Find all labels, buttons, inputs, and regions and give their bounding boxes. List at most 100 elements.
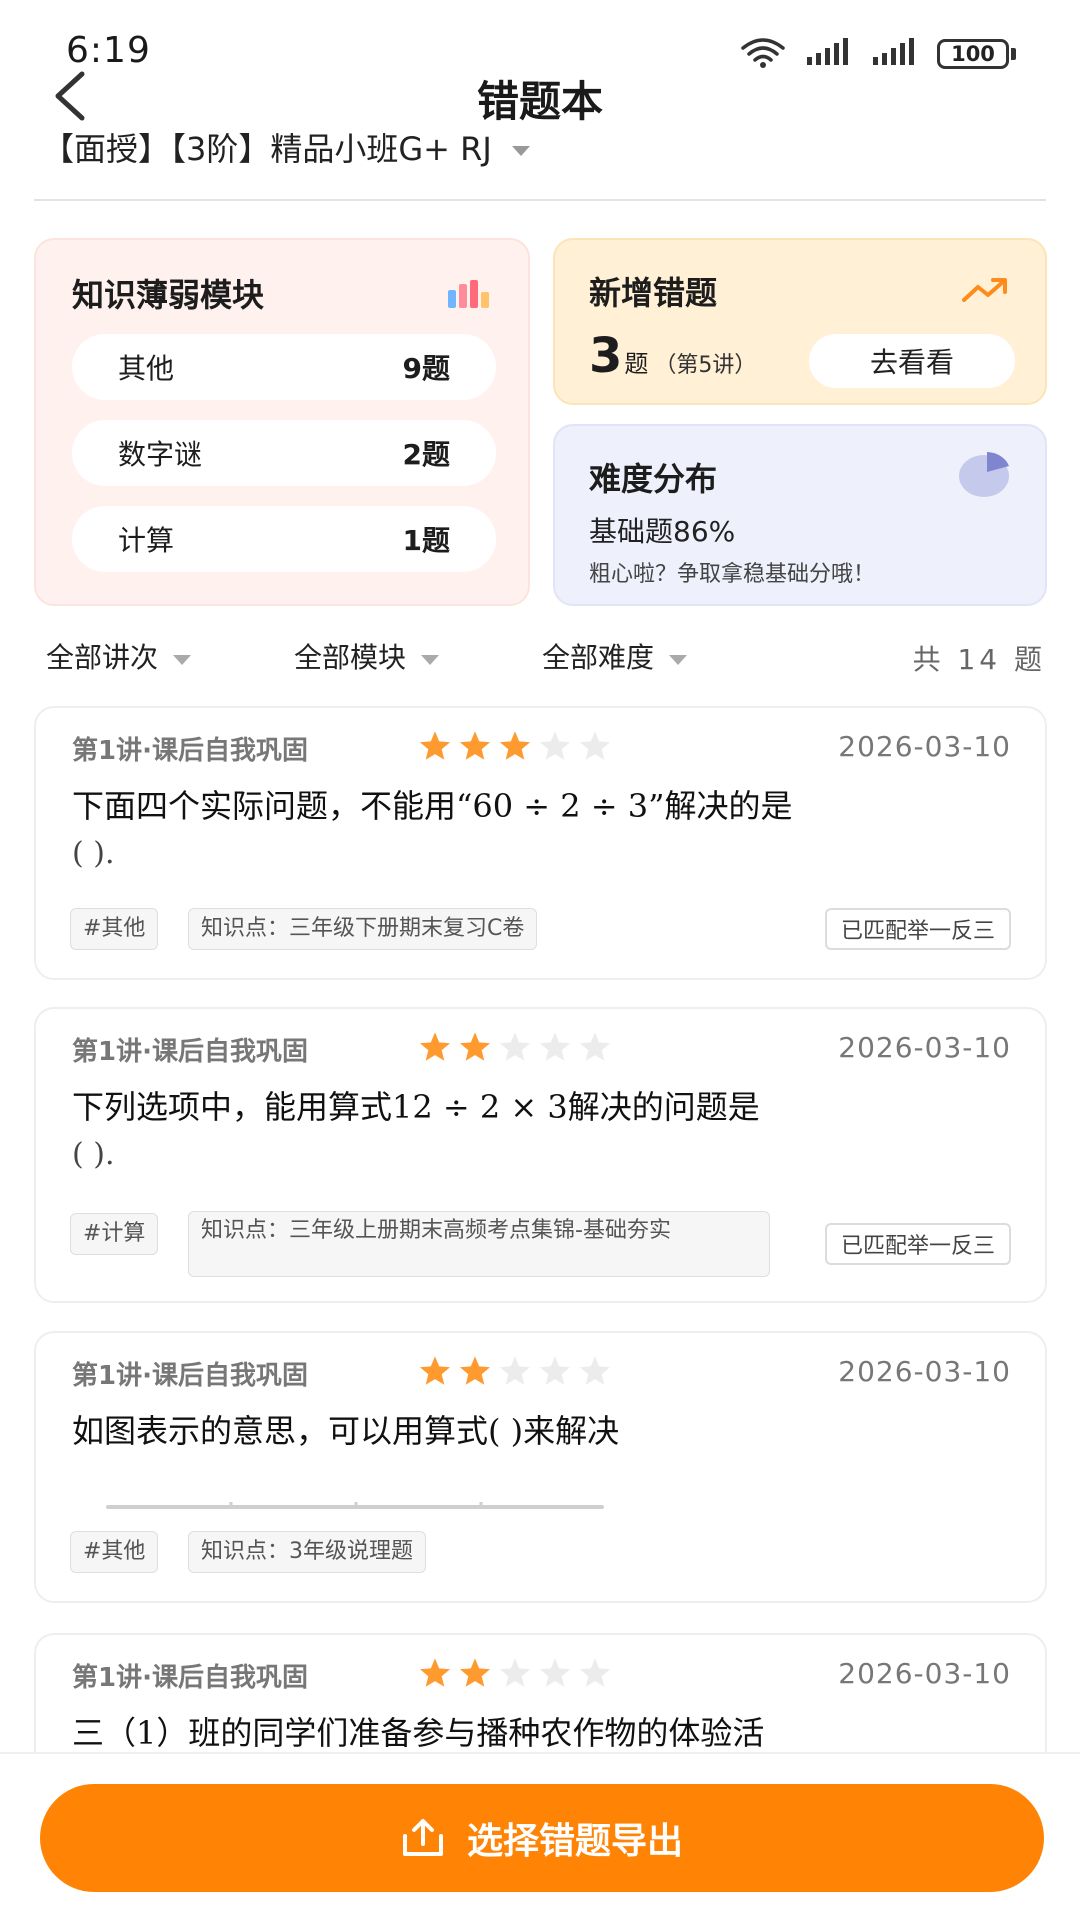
question-blank: ( ). <box>72 1137 115 1172</box>
weak-module-name: 数字谜 <box>118 438 203 471</box>
star-filled-icon <box>458 1657 492 1693</box>
weak-module-count: 9题 <box>402 352 450 385</box>
star-empty-icon <box>578 1355 612 1391</box>
question-text: 如图表示的意思，可以用算式( )来解决 <box>72 1412 620 1450</box>
star-empty-icon <box>538 730 572 766</box>
star-empty-icon <box>498 1031 532 1067</box>
question-blank: ( ). <box>72 836 115 871</box>
star-empty-icon <box>498 1355 532 1391</box>
question-lesson: 第1讲·课后自我巩固 <box>72 736 308 766</box>
question-text: 下列选项中，能用算式12 ÷ 2 × 3解决的问题是 ( ). <box>72 1083 1012 1179</box>
new-errors-unit: 题 <box>624 350 649 378</box>
category-tag: #其他 <box>70 1531 159 1573</box>
new-errors-lecture: （第5讲） <box>654 353 757 378</box>
lecture-filter-label: 全部讲次 <box>46 641 159 674</box>
question-lesson: 第1讲·课后自我巩固 <box>72 1663 308 1693</box>
question-text: 三（1）班的同学们准备参与播种农作物的体验活 <box>72 1714 765 1752</box>
star-empty-icon <box>538 1031 572 1067</box>
weak-modules-card: 知识薄弱模块 其他 9题 数字谜 2题 计算 1题 <box>34 238 530 606</box>
difficulty-stars <box>418 1355 612 1391</box>
header-divider <box>34 199 1046 201</box>
difficulty-note: 粗心啦？争取拿稳基础分哦！ <box>589 562 876 587</box>
star-filled-icon <box>418 1657 452 1693</box>
category-tag: #计算 <box>70 1213 159 1255</box>
question-date: 2026-03-10 <box>838 730 1011 763</box>
caret-down-icon <box>420 640 440 673</box>
bottom-bar: 选择错题导出 <box>0 1752 1080 1920</box>
star-filled-icon <box>458 1355 492 1391</box>
new-errors-title: 新增错题 <box>589 274 718 312</box>
question-card[interactable]: 第1讲·课后自我巩固 2026-03-10 下列选项中，能用算式12 ÷ 2 ×… <box>34 1007 1047 1303</box>
class-selector[interactable]: 【面授】【3阶】精品小班G+ RJ <box>42 124 532 170</box>
star-filled-icon <box>418 1031 452 1067</box>
bar-chart-icon <box>446 278 490 312</box>
star-empty-icon <box>498 1657 532 1693</box>
weak-module-item[interactable]: 计算 1题 <box>72 506 496 572</box>
module-filter[interactable]: 全部模块 <box>294 636 440 676</box>
export-errors-button[interactable]: 选择错题导出 <box>40 1784 1044 1892</box>
question-stem: 下面四个实际问题，不能用“60 ÷ 2 ÷ 3”解决的是 <box>72 787 793 825</box>
difficulty-stars <box>418 730 612 766</box>
weak-module-name: 其他 <box>118 352 175 385</box>
star-empty-icon <box>538 1355 572 1391</box>
weak-module-name: 计算 <box>118 524 175 557</box>
total-count: 共 14 题 <box>912 643 1046 676</box>
page-title: 错题本 <box>476 77 603 126</box>
knowledge-tag: 知识点：三年级下册期末复习C卷 <box>188 908 538 950</box>
pie-chart-icon <box>957 450 1011 502</box>
signal-icon <box>871 37 919 71</box>
star-filled-icon <box>418 1355 452 1391</box>
question-card[interactable]: 第1讲·课后自我巩固 2026-03-10 如图表示的意思，可以用算式( )来解… <box>34 1331 1047 1603</box>
export-button-label: 选择错题导出 <box>466 1821 683 1862</box>
star-empty-icon <box>578 1031 612 1067</box>
view-new-errors-button[interactable]: 去看看 <box>809 334 1015 388</box>
question-date: 2026-03-10 <box>838 1657 1011 1690</box>
matched-practice-tag[interactable]: 已匹配举一反三 <box>824 908 1011 950</box>
module-filter-label: 全部模块 <box>294 641 407 674</box>
battery-level: 100 <box>937 39 1009 69</box>
difficulty-filter[interactable]: 全部难度 <box>542 636 688 676</box>
filter-bar: 全部讲次 全部模块 全部难度 共 14 题 <box>0 628 1080 684</box>
star-filled-icon <box>418 730 452 766</box>
question-card[interactable]: 第1讲·课后自我巩固 2026-03-10 下面四个实际问题，不能用“60 ÷ … <box>34 706 1047 980</box>
lecture-filter[interactable]: 全部讲次 <box>46 636 192 676</box>
knowledge-tag: 知识点：3年级说理题 <box>188 1531 426 1573</box>
status-icons: 100 <box>739 36 1016 72</box>
trend-up-icon <box>961 276 1009 308</box>
weak-module-item[interactable]: 其他 9题 <box>72 334 496 400</box>
difficulty-card[interactable]: 难度分布 基础题86% 粗心啦？争取拿稳基础分哦！ <box>553 424 1047 606</box>
question-date: 2026-03-10 <box>838 1031 1011 1064</box>
knowledge-tag: 知识点：三年级上册期末高频考点集锦-基础夯实 <box>188 1211 770 1277</box>
question-lesson: 第1讲·课后自我巩固 <box>72 1361 308 1391</box>
difficulty-filter-label: 全部难度 <box>542 641 655 674</box>
wifi-icon <box>739 36 787 72</box>
category-tag: #其他 <box>70 908 159 950</box>
class-name: 【面授】【3阶】精品小班G+ RJ <box>42 130 492 168</box>
star-filled-icon <box>458 1031 492 1067</box>
difficulty-stars <box>418 1657 612 1693</box>
export-icon <box>401 1818 445 1858</box>
new-errors-count-row: 3 题 （第5讲） <box>589 328 756 384</box>
star-empty-icon <box>538 1657 572 1693</box>
caret-down-icon <box>172 640 192 673</box>
caret-down-icon <box>668 640 688 673</box>
weak-modules-title: 知识薄弱模块 <box>72 276 265 314</box>
matched-practice-tag[interactable]: 已匹配举一反三 <box>824 1223 1011 1265</box>
weak-module-count: 1题 <box>402 524 450 557</box>
weak-module-item[interactable]: 数字谜 2题 <box>72 420 496 486</box>
signal-icon <box>805 37 853 71</box>
weak-module-count: 2题 <box>402 438 450 471</box>
difficulty-stars <box>418 1031 612 1067</box>
difficulty-stat: 基础题86% <box>589 515 736 548</box>
question-stem: 下列选项中，能用算式12 ÷ 2 × 3解决的问题是 <box>72 1088 760 1126</box>
star-empty-icon <box>578 1657 612 1693</box>
battery-icon: 100 <box>937 39 1016 69</box>
difficulty-title: 难度分布 <box>589 460 718 498</box>
star-empty-icon <box>578 730 612 766</box>
new-errors-count: 3 <box>589 328 623 384</box>
question-lesson: 第1讲·课后自我巩固 <box>72 1037 308 1067</box>
star-filled-icon <box>458 730 492 766</box>
question-figure <box>106 1499 606 1518</box>
star-filled-icon <box>498 730 532 766</box>
question-date: 2026-03-10 <box>838 1355 1011 1388</box>
